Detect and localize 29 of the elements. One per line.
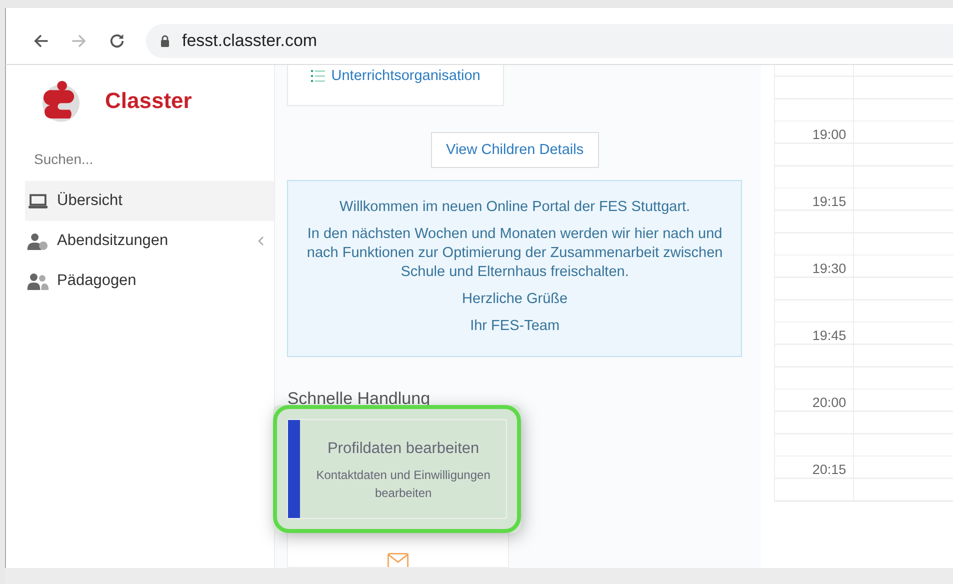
view-children-button[interactable]: View Children Details xyxy=(431,132,599,168)
welcome-text: Ihr FES-Team xyxy=(469,317,561,336)
list-link[interactable]: Unterrichtsorganisation xyxy=(311,68,480,84)
lock-icon xyxy=(160,35,170,47)
list-icon xyxy=(311,70,326,82)
users-icon xyxy=(27,272,49,290)
time-label: 19:00 xyxy=(811,126,848,142)
search-field[interactable]: Suchen... xyxy=(25,137,243,181)
reload-icon[interactable] xyxy=(108,32,126,50)
time-label: 20:00 xyxy=(811,394,848,410)
welcome-text: Willkommen im neuen Online Portal der FES Stuttgart. xyxy=(338,198,692,217)
welcome-text: In den nächsten Wochen und Monaten werden wir hier nach und nach Funktionen zur Optimierung der Zusammenarbeit zwischen Schule und Elternhaus freischalten. xyxy=(306,225,724,282)
section-title: Schnelle Handlung xyxy=(287,389,430,409)
sidebar-item[interactable]: Abendsitzungen xyxy=(25,221,274,261)
time-label: 19:15 xyxy=(811,193,848,209)
time-label: 19:30 xyxy=(811,260,848,276)
card-subtitle: Kontaktdaten und Einwilligungen bearbeiten xyxy=(315,467,492,502)
card-title: Profildaten bearbeiten xyxy=(326,440,480,458)
time-label: 19:45 xyxy=(811,327,848,343)
back-icon[interactable] xyxy=(32,32,50,50)
url-text: fesst.classter.com xyxy=(182,31,318,51)
laptop-icon xyxy=(27,192,49,210)
brand-name: Classter xyxy=(105,88,192,114)
user-clock-icon xyxy=(27,232,49,250)
sidebar-item[interactable]: Übersicht xyxy=(25,181,274,221)
sidebar-item[interactable]: Pädagogen xyxy=(25,261,274,301)
time-label: 20:15 xyxy=(811,461,848,477)
welcome-text: Herzliche Grüße xyxy=(461,290,569,309)
address-bar[interactable]: fesst.classter.com xyxy=(146,24,953,58)
